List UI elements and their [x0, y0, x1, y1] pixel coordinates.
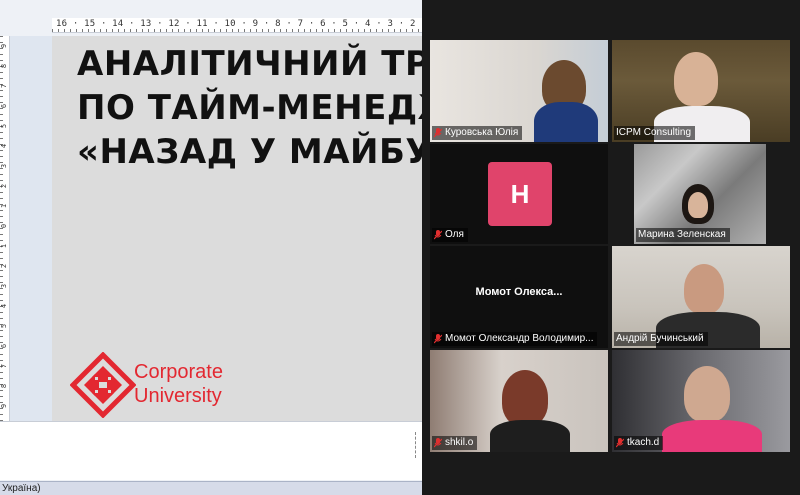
corporate-university-logo-icon: [70, 352, 136, 418]
participant-name-label: Марина Зеленская: [636, 228, 730, 242]
horizontal-ruler[interactable]: 16 · 15 · 14 · 13 · 12 · 11 · 10 · 9 · 8…: [52, 18, 422, 33]
presentation-editor: 16 · 15 · 14 · 13 · 12 · 11 · 10 · 9 · 8…: [0, 0, 422, 495]
ruler-numbers: 16 · 15 · 14 · 13 · 12 · 11 · 10 · 9 · 8…: [56, 19, 422, 29]
ruler-ticks: [52, 29, 422, 32]
participant-figure: [502, 370, 548, 426]
participant-name-label: Момот Олександр Володимир...: [432, 332, 598, 346]
slide-title-line-1[interactable]: АНАЛІТИЧНИЙ ТРЕ: [77, 44, 422, 84]
vertical-ruler-number: 4: [0, 143, 9, 149]
vertical-ruler-number: 3: [0, 283, 9, 289]
mic-muted-icon: [434, 334, 442, 344]
participant-name: Куровська Юлія: [445, 127, 519, 138]
participant-tile[interactable]: Куровська Юлія: [430, 40, 608, 142]
participant-name: shkil.o: [445, 437, 474, 448]
status-language[interactable]: Україна): [2, 483, 41, 494]
mic-muted-icon: [434, 128, 442, 138]
mic-muted-icon: [616, 438, 624, 448]
vertical-ruler-number: 9: [0, 43, 9, 49]
participant-name: Андрій Бучинський: [616, 333, 704, 344]
participant-name: Момот Олександр Володимир...: [445, 333, 594, 344]
status-bar: Україна): [0, 481, 422, 495]
mic-muted-icon: [434, 438, 442, 448]
vertical-ruler-number: 6: [0, 343, 9, 349]
video-gallery: Куровська Юлія ICPM Consulting H Оля Мар…: [422, 0, 800, 495]
slide-notes-area[interactable]: [0, 421, 422, 480]
participant-tile-active-speaker[interactable]: Андрій Бучинський: [612, 246, 790, 348]
participant-name: Марина Зеленская: [638, 229, 726, 240]
participant-center-name: Момот Олекса...: [475, 286, 563, 298]
notes-cursor-mark: [415, 432, 419, 458]
participant-name-label: Оля: [432, 228, 468, 242]
vertical-ruler-number: 5: [0, 323, 9, 329]
participant-name-label: Куровська Юлія: [432, 126, 523, 140]
slide-title-line-2[interactable]: ПО ТАЙМ-МЕНЕДЖ: [77, 88, 422, 128]
participant-name-label: shkil.o: [432, 436, 478, 450]
participant-tile[interactable]: shkil.o: [430, 350, 608, 452]
vertical-ruler-number: 3: [0, 163, 9, 169]
participant-figure: [490, 420, 570, 452]
participant-tile[interactable]: H Оля: [430, 144, 608, 244]
vertical-ruler-number: 0: [0, 223, 9, 229]
slide-title-line-3[interactable]: «НАЗАД У МАЙБУ: [77, 132, 422, 172]
vertical-ruler-number: 2: [0, 263, 9, 269]
vertical-ruler-number: 2: [0, 183, 9, 189]
participant-tile[interactable]: ICPM Consulting: [612, 40, 790, 142]
vertical-ruler-number: 8: [0, 383, 9, 389]
participant-name: ICPM Consulting: [616, 127, 692, 138]
vertical-ruler-number: 1: [0, 203, 9, 209]
participant-figure: [684, 366, 730, 422]
vertical-ruler-number: 8: [0, 63, 9, 69]
participant-tile[interactable]: Момот Олекса... Момот Олександр Володими…: [430, 246, 608, 348]
participant-tile[interactable]: tkach.d: [612, 350, 790, 452]
participant-figure: [688, 192, 708, 218]
brand-name-line-2: University: [134, 385, 222, 407]
vertical-ruler-number: 7: [0, 83, 9, 89]
participant-figure: [662, 420, 762, 452]
slide-canvas[interactable]: АНАЛІТИЧНИЙ ТРЕ ПО ТАЙМ-МЕНЕДЖ «НАЗАД У …: [52, 36, 422, 421]
vertical-ruler-number: 5: [0, 123, 9, 129]
participant-figure: [674, 52, 718, 106]
vertical-ruler-number: 7: [0, 363, 9, 369]
mic-muted-icon: [434, 230, 442, 240]
participant-name: Оля: [445, 229, 464, 240]
vertical-ruler-number: 9: [0, 403, 9, 409]
participant-name: tkach.d: [627, 437, 660, 448]
vertical-ruler[interactable]: 9 8 7 6 5 4 3 2 1 0 1 2 3 4 5 6 7 8 9: [0, 36, 10, 421]
avatar: H: [488, 162, 552, 226]
participant-name-label: tkach.d: [614, 436, 664, 450]
participant-name-label: ICPM Consulting: [614, 126, 696, 140]
participant-tile[interactable]: Марина Зеленская: [634, 144, 766, 244]
editor-gutter: [10, 36, 52, 421]
vertical-ruler-number: 4: [0, 303, 9, 309]
vertical-ruler-number: 6: [0, 103, 9, 109]
participant-figure: [684, 264, 724, 314]
participant-name-label: Андрій Бучинський: [614, 332, 708, 346]
brand-name-line-1: Corporate: [134, 361, 223, 383]
vertical-ruler-number: 1: [0, 243, 9, 249]
participant-figure: [534, 102, 598, 142]
